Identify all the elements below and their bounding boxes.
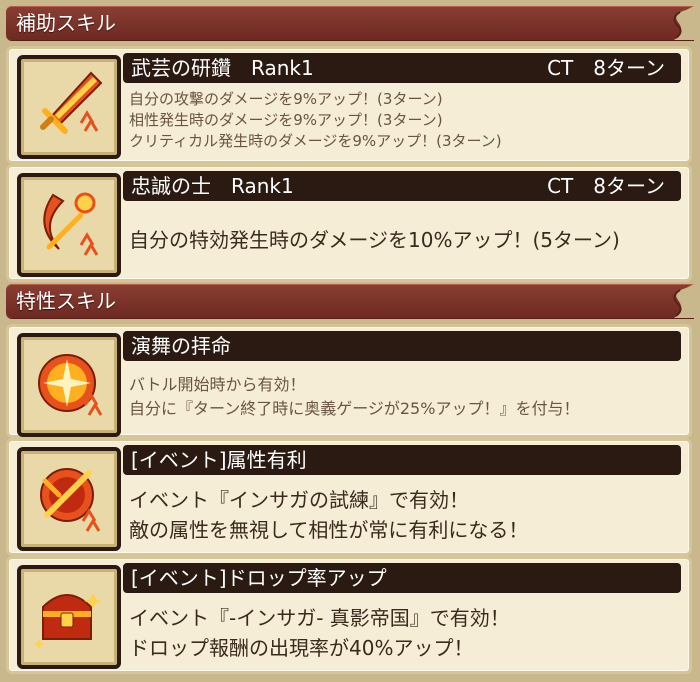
description-line: イベント『インサガの試練』で有効！	[129, 488, 469, 512]
crossed-sword-emblem-icon	[40, 468, 101, 532]
burst-emblem-icon	[38, 354, 103, 416]
skill-name: 武芸の研鑽 Rank1	[131, 56, 314, 80]
skill-name: 忠誠の士 Rank1	[131, 174, 294, 198]
skill-description: 自分の攻撃のダメージを9%アップ！(3ターン) 相性発生時のダメージを9%アップ…	[129, 89, 502, 152]
skill-cooldown: CT 8ターン	[547, 56, 665, 80]
skill-card[interactable]: [イベント]属性有利 イベント『インサガの試練』で有効！ 敵の属性を無視して相性…	[6, 438, 692, 556]
skill-card[interactable]: [イベント]ドロップ率アップ イベント『-インサガ- 真影帝国』で有効！ ドロッ…	[6, 556, 692, 674]
skill-description: 自分の特効発生時のダメージを10%アップ！(5ターン)	[129, 225, 620, 255]
skill-description: イベント『-インサガ- 真影帝国』で有効！ ドロップ報酬の出現率が40%アップ！	[129, 603, 510, 663]
skill-name: [イベント]ドロップ率アップ	[131, 566, 387, 590]
section-title: 特性スキル	[16, 289, 116, 313]
skill-icon-frame	[17, 333, 121, 437]
description-line: 自分の特効発生時のダメージを10%アップ！(5ターン)	[129, 228, 620, 252]
description-line: クリティカル発生時のダメージを9%アップ！(3ターン)	[129, 132, 502, 150]
description-line: 自分に『ターン終了時に奥義ゲージが25%アップ！』を付与！	[129, 399, 580, 418]
skill-icon-frame	[17, 447, 121, 551]
section-header-support-skills: 補助スキル	[6, 6, 694, 40]
skill-name: 演舞の拝命	[131, 334, 231, 358]
flourish-ornament-icon	[673, 6, 694, 40]
skill-title-bar: 演舞の拝命	[123, 331, 681, 361]
skill-title-bar: [イベント]属性有利	[123, 445, 681, 475]
skill-card[interactable]: 忠誠の士 Rank1 CT 8ターン 自分の特効発生時のダメージを10%アップ！…	[6, 164, 692, 282]
description-line: バトル開始時から有効！	[129, 375, 306, 394]
skill-name: [イベント]属性有利	[131, 448, 307, 472]
section-header-trait-skills: 特性スキル	[6, 284, 694, 318]
description-line: 相性発生時のダメージを9%アップ！(3ターン)	[129, 111, 443, 129]
skill-title-bar: 忠誠の士 Rank1 CT 8ターン	[123, 171, 681, 201]
skill-card[interactable]: 演舞の拝命 バトル開始時から有効！ 自分に『ターン終了時に奥義ゲージが25%アッ…	[6, 324, 692, 438]
flourish-ornament-icon	[673, 284, 694, 318]
skill-icon-frame	[17, 173, 121, 277]
section-title: 補助スキル	[16, 11, 116, 35]
skill-cooldown: CT 8ターン	[547, 174, 665, 198]
description-line: 自分の攻撃のダメージを9%アップ！(3ターン)	[129, 90, 443, 108]
flaming-sword-icon	[40, 71, 103, 134]
description-line: 敵の属性を無視して相性が常に有利になる！	[129, 518, 529, 542]
crescent-slash-icon	[43, 192, 99, 256]
skill-card[interactable]: 武芸の研鑽 Rank1 CT 8ターン 自分の攻撃のダメージを9%アップ！(3タ…	[6, 46, 692, 164]
skill-title-bar: [イベント]ドロップ率アップ	[123, 563, 681, 593]
treasure-chest-icon	[33, 593, 102, 649]
skill-icon-frame	[17, 55, 121, 159]
description-line: ドロップ報酬の出現率が40%アップ！	[129, 636, 474, 660]
skill-title-bar: 武芸の研鑽 Rank1 CT 8ターン	[123, 53, 681, 83]
skill-description: バトル開始時から有効！ 自分に『ターン終了時に奥義ゲージが25%アップ！』を付与…	[129, 373, 579, 421]
skill-icon-frame	[17, 565, 121, 669]
skill-description: イベント『インサガの試練』で有効！ 敵の属性を無視して相性が常に有利になる！	[129, 485, 528, 545]
description-line: イベント『-インサガ- 真影帝国』で有効！	[129, 606, 510, 630]
